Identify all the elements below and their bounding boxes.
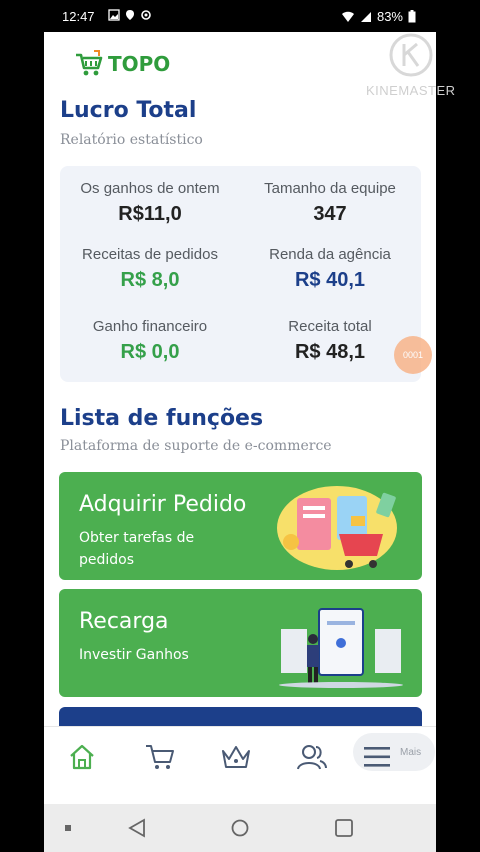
logo[interactable]: TOPO — [74, 50, 170, 78]
stat-label: Os ganhos de ontem — [80, 180, 220, 197]
home-icon — [70, 744, 94, 770]
tab-more-icon-wrap[interactable] — [357, 737, 397, 777]
stat-label: Receita total — [288, 318, 372, 335]
battery-icon — [408, 10, 416, 23]
card-title: Recarga — [79, 609, 169, 634]
menu-icon — [364, 747, 390, 767]
settings-icon — [141, 10, 151, 20]
acquire-order-card[interactable]: Adquirir Pedido Obter tarefas de pedidos — [59, 472, 422, 580]
profit-subtitle: Relatório estatístico — [60, 132, 203, 148]
team-icon — [297, 745, 327, 770]
cart-icon — [146, 745, 174, 769]
crown-icon — [222, 746, 250, 768]
status-time: 12:47 — [62, 9, 95, 24]
watermark-logo-icon — [389, 33, 433, 77]
investor-illustration-icon — [279, 608, 403, 688]
tab-home[interactable] — [62, 737, 102, 777]
tab-cart[interactable] — [140, 737, 180, 777]
stat-total-revenue: Receita total R$ 48,1 — [240, 318, 420, 364]
shopping-illustration-icon — [277, 486, 397, 570]
cart-logo-icon — [76, 50, 103, 76]
wifi-icon — [341, 11, 354, 22]
stat-order-revenue: Receitas de pedidos R$ 8,0 — [60, 246, 240, 292]
stat-team-size: Tamanho da equipe 347 — [240, 180, 420, 226]
functions-title: Lista de funções — [60, 406, 264, 431]
android-nav-bar — [44, 804, 436, 852]
bottom-tab-bar: Mais — [44, 726, 436, 804]
tab-team[interactable] — [292, 737, 332, 777]
dot-icon — [65, 825, 71, 831]
functions-subtitle: Plataforma de suporte de e-commerce — [60, 438, 332, 454]
recents-icon — [335, 819, 353, 837]
tab-vip[interactable] — [216, 737, 256, 777]
card-subtitle: Investir Ganhos — [79, 647, 189, 663]
stat-value: 347 — [313, 203, 347, 225]
stat-label: Renda da agência — [269, 246, 391, 263]
stat-value: R$ 8,0 — [120, 269, 180, 291]
stat-value: R$ 40,1 — [294, 269, 366, 291]
brand-name: TOPO — [108, 52, 171, 76]
tab-more-label: Mais — [400, 747, 422, 758]
floating-button[interactable]: 0001 — [394, 336, 432, 374]
stat-value: R$11,0 — [118, 203, 182, 225]
app-view: TOPO Lucro Total Relatório estatístico O… — [44, 32, 436, 804]
image-icon — [108, 9, 120, 21]
phone-screen: 12:47 83% TOPO Lucro Total Relatório est… — [0, 0, 480, 852]
stats-panel: Os ganhos de ontem R$11,0 Tamanho da equ… — [60, 166, 421, 382]
notification-icons — [108, 9, 152, 21]
watermark-text: KINEMASTER — [366, 83, 456, 98]
status-right: 83% — [341, 9, 416, 24]
card-subtitle: Obter tarefas de pedidos — [79, 530, 195, 568]
profit-title: Lucro Total — [60, 98, 197, 123]
recharge-card[interactable]: Recarga Investir Ganhos — [59, 589, 422, 697]
status-bar: 12:47 83% — [0, 0, 480, 32]
back-icon — [128, 818, 145, 838]
location-icon — [126, 10, 134, 20]
battery-percent: 83% — [376, 9, 403, 24]
home-nav-icon — [231, 819, 249, 837]
stat-financial-gain: Ganho financeiro R$ 0,0 — [60, 318, 240, 364]
kinemaster-watermark: KINEMASTER — [366, 30, 456, 102]
next-function-card[interactable] — [59, 707, 422, 727]
stat-label: Ganho financeiro — [92, 318, 208, 335]
stat-label: Receitas de pedidos — [82, 246, 218, 263]
card-title: Adquirir Pedido — [79, 492, 247, 517]
signal-icon — [360, 11, 371, 22]
stat-agency-income: Renda da agência R$ 40,1 — [240, 246, 420, 292]
stat-value: R$ 48,1 — [294, 341, 366, 363]
stat-value: R$ 0,0 — [120, 341, 180, 363]
stat-yesterday-earnings: Os ganhos de ontem R$11,0 — [60, 180, 240, 226]
stat-label: Tamanho da equipe — [264, 180, 396, 197]
